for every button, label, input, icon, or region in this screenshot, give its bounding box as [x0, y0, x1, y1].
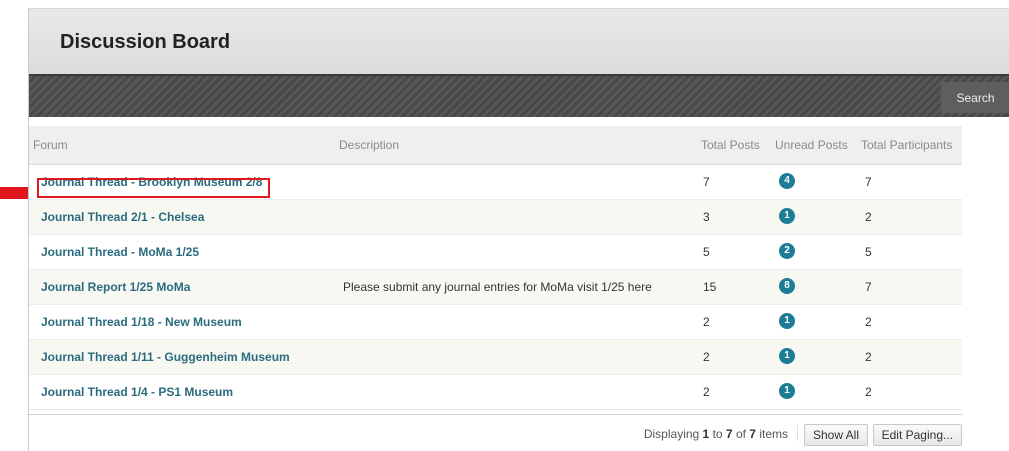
total-participants-value: 2	[865, 385, 872, 399]
unread-posts-badge[interactable]: 1	[779, 208, 795, 224]
table-row: Journal Thread 1/18 - New Museum 2 1 2	[29, 305, 962, 340]
unread-posts-badge[interactable]: 1	[779, 383, 795, 399]
column-header-total-participants[interactable]: Total Participants	[861, 138, 952, 152]
total-participants-value: 2	[865, 315, 872, 329]
total-posts-value: 15	[703, 280, 717, 294]
search-button[interactable]: Search	[941, 82, 1009, 113]
total-participants-value: 2	[865, 350, 872, 364]
unread-posts-badge[interactable]: 1	[779, 348, 795, 364]
forum-link[interactable]: Journal Thread 2/1 - Chelsea	[41, 210, 204, 224]
forum-table: Forum Description Total Posts Unread Pos…	[29, 126, 962, 410]
title-bar: Discussion Board	[29, 9, 1009, 74]
footer-divider	[797, 425, 798, 441]
pagination-footer: Displaying 1 to 7 of 7 items Show All Ed…	[29, 414, 962, 446]
forum-link[interactable]: Journal Report 1/25 MoMa	[41, 280, 190, 294]
forum-link[interactable]: Journal Thread 1/18 - New Museum	[41, 315, 242, 329]
total-posts-value: 2	[703, 315, 710, 329]
column-header-unread-posts[interactable]: Unread Posts	[775, 138, 848, 152]
total-participants-value: 7	[865, 175, 872, 189]
total-posts-value: 5	[703, 245, 710, 259]
total-items: 7	[749, 427, 756, 441]
highlight-annotation-box	[37, 178, 270, 198]
column-header-forum[interactable]: Forum	[33, 138, 68, 152]
table-header: Forum Description Total Posts Unread Pos…	[29, 126, 962, 165]
column-header-description[interactable]: Description	[339, 138, 399, 152]
table-row: Journal Thread 1/11 - Guggenheim Museum …	[29, 340, 962, 375]
action-bar: Search	[29, 74, 1009, 117]
column-header-total-posts[interactable]: Total Posts	[701, 138, 760, 152]
forum-link[interactable]: Journal Thread 1/11 - Guggenheim Museum	[41, 350, 290, 364]
table-row: Journal Thread - MoMa 1/25 5 2 5	[29, 235, 962, 270]
total-posts-value: 2	[703, 350, 710, 364]
total-participants-value: 7	[865, 280, 872, 294]
unread-posts-badge[interactable]: 2	[779, 243, 795, 259]
table-row: Journal Report 1/25 MoMa Please submit a…	[29, 270, 962, 305]
displaying-prefix: Displaying	[643, 427, 703, 441]
forum-link[interactable]: Journal Thread 1/4 - PS1 Museum	[41, 385, 233, 399]
edit-paging-button[interactable]: Edit Paging...	[872, 424, 962, 446]
total-participants-value: 2	[865, 210, 872, 224]
total-participants-value: 5	[865, 245, 872, 259]
total-posts-value: 2	[703, 385, 710, 399]
range-to: 7	[725, 427, 733, 441]
page-title: Discussion Board	[60, 31, 231, 53]
items-word: items	[755, 427, 788, 441]
table-row: Journal Thread 2/1 - Chelsea 3 1 2	[29, 200, 962, 235]
unread-posts-badge[interactable]: 1	[779, 313, 795, 329]
show-all-button[interactable]: Show All	[803, 424, 868, 446]
total-posts-value: 3	[703, 210, 710, 224]
to-word: to	[709, 427, 726, 441]
total-posts-value: 7	[703, 175, 710, 189]
of-word: of	[732, 427, 750, 441]
table-row: Journal Thread 1/4 - PS1 Museum 2 1 2	[29, 375, 962, 410]
unread-posts-badge[interactable]: 8	[779, 278, 795, 294]
displaying-items-text: Displaying 1 to 7 of 7 items	[644, 427, 788, 441]
forum-link[interactable]: Journal Thread - MoMa 1/25	[41, 245, 199, 259]
unread-posts-badge[interactable]: 4	[779, 173, 795, 189]
forum-description: Please submit any journal entries for Mo…	[343, 280, 652, 294]
